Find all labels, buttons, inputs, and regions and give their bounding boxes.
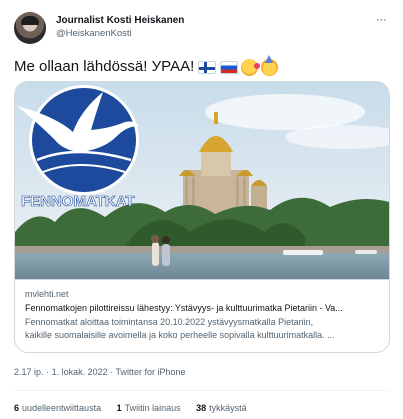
card-description-line: Fennomatkat aloittaa toimintansa 20.10.2… [25, 317, 314, 327]
avatar-cap [21, 16, 39, 25]
river [15, 253, 389, 279]
more-options-icon[interactable]: ··· [372, 13, 390, 27]
likes-label: tykkäystä [209, 403, 247, 413]
tweet-time[interactable]: 2.17 ip. [14, 367, 44, 377]
retweets-label: uudelleentwiittausta [22, 403, 102, 413]
tweet-text-body: Me ollaan lähdössä! УРАА! [14, 58, 195, 75]
face-blowing-kiss-icon [241, 58, 261, 76]
card-image[interactable]: FENNOMATKAT [15, 82, 389, 279]
card-domain: mvlehti.net [25, 289, 69, 299]
quotes-label: Twiitin lainaus [124, 403, 181, 413]
author-names: Journalist Kosti Heiskanen @HeiskanenKos… [56, 14, 184, 41]
divider [14, 390, 390, 391]
boat [283, 250, 323, 255]
partying-face-icon [261, 54, 279, 76]
retweets-count: 6 [14, 403, 20, 413]
author-display-name[interactable]: Journalist Kosti Heiskanen [56, 14, 184, 27]
meta-separator: · [46, 367, 50, 377]
author-handle[interactable]: @HeiskanenKosti [56, 27, 184, 41]
card-info[interactable]: mvlehti.net Fennomatkojen pilottireissu … [15, 279, 389, 352]
retweets-stat[interactable]: 6 uudelleentwiittausta [14, 402, 101, 414]
card-description: Fennomatkat aloittaa toimintansa 20.10.2… [25, 316, 381, 342]
card-description-line: kaikille suomalaisille avoimella ja koko… [25, 330, 335, 340]
tweet: Journalist Kosti Heiskanen @HeiskanenKos… [0, 0, 403, 419]
avatar[interactable] [14, 12, 46, 44]
card-title: Fennomatkojen pilottireissu lähestyy: Ys… [25, 303, 343, 313]
likes-stat[interactable]: 38 tykkäystä [196, 402, 247, 414]
meta-separator: · [110, 367, 114, 377]
logo-text: FENNOMATKAT [21, 193, 135, 210]
tweet-date[interactable]: 1. lokak. 2022 [52, 367, 108, 377]
quotes-count: 1 [116, 403, 122, 413]
tweet-stats: 6 uudelleentwiittausta 1 Twiitin lainaus 3… [14, 402, 260, 414]
tweet-meta: 2.17 ip. · 1. lokak. 2022 · Twitter for … [14, 366, 186, 378]
link-card[interactable]: FENNOMATKAT mvlehti.net Fennomatkojen pi… [14, 81, 390, 353]
flag-finland-icon [198, 60, 217, 74]
tweet-text: Me ollaan lähdössä! УРАА! [14, 54, 390, 76]
tweet-source[interactable]: Twitter for iPhone [115, 367, 185, 377]
tweet-header: Journalist Kosti Heiskanen @HeiskanenKos… [14, 12, 390, 46]
boat [355, 250, 377, 254]
likes-count: 38 [196, 403, 207, 413]
flag-russia-icon [220, 60, 239, 74]
cloud [205, 94, 365, 130]
embankment [15, 246, 389, 253]
quotes-stat[interactable]: 1 Twiitin lainaus [117, 402, 181, 414]
